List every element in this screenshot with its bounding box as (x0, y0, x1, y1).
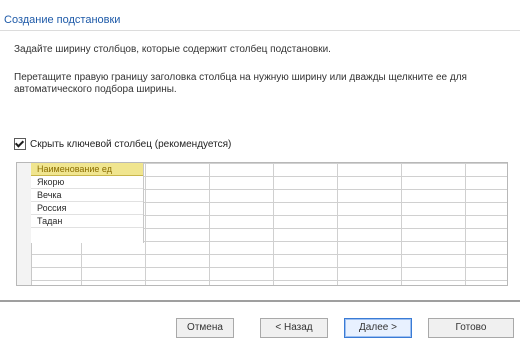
row-header-column (17, 163, 32, 285)
table-cell[interactable]: Якорю (31, 176, 143, 189)
dialog-title: Создание подстановки (4, 14, 121, 26)
top-whitespace (0, 0, 520, 10)
hide-key-column-option[interactable]: Скрыть ключевой столбец (рекомендуется) (14, 138, 231, 150)
finish-button[interactable]: Готово (428, 318, 514, 338)
cancel-button[interactable]: Отмена (176, 318, 234, 338)
instruction-text-1: Задайте ширину столбцов, которые содержи… (14, 44, 331, 55)
lookup-preview-grid[interactable]: Наименование ед Якорю Вечка Россия Тадан (16, 162, 508, 286)
instruction-text-2: Перетащите правую границу заголовка стол… (14, 72, 467, 95)
column-header[interactable]: Наименование ед (31, 163, 143, 176)
table-cell[interactable]: Россия (31, 202, 143, 215)
hide-key-column-checkbox[interactable] (14, 138, 26, 150)
next-button[interactable]: Далее > (344, 318, 412, 338)
lookup-column[interactable]: Наименование ед Якорю Вечка Россия Тадан (31, 163, 144, 243)
hide-key-column-label[interactable]: Скрыть ключевой столбец (рекомендуется) (30, 139, 231, 150)
table-cell[interactable]: Вечка (31, 189, 143, 202)
title-separator (0, 30, 520, 31)
back-button[interactable]: < Назад (260, 318, 328, 338)
bottom-separator (0, 300, 520, 302)
table-cell[interactable]: Тадан (31, 215, 143, 228)
